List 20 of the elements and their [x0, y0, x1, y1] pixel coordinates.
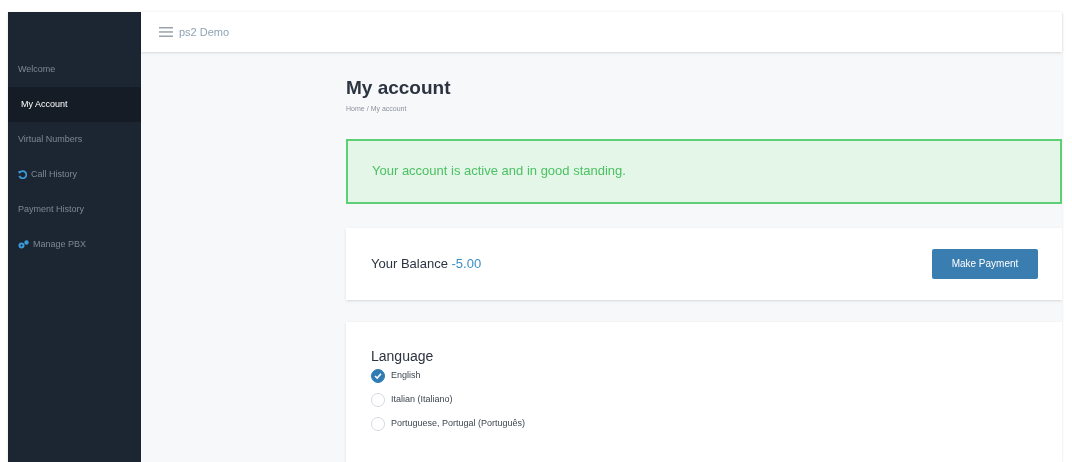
radio-button[interactable] — [371, 369, 385, 383]
radio-label: Portuguese, Portugal (Português) — [391, 417, 526, 431]
sidebar-item[interactable]: Manage PBX — [8, 227, 141, 262]
page-title: My account — [346, 76, 452, 100]
app-title: ps2 Demo — [179, 24, 230, 40]
sidebar-item[interactable]: Call History — [8, 157, 141, 192]
language-heading: Language — [371, 348, 435, 364]
sidebar-item[interactable]: Welcome — [8, 52, 141, 87]
alert-message: Your account is active and in good standing. — [372, 162, 626, 181]
radio-label: English — [391, 369, 421, 383]
sidebar-item[interactable]: Virtual Numbers — [8, 122, 141, 157]
make-payment-button[interactable]: Make Payment — [932, 248, 1038, 279]
gears-icon — [18, 240, 29, 249]
menu-icon[interactable] — [159, 26, 173, 38]
history-icon — [18, 170, 27, 179]
radio-label: Italian (Italiano) — [391, 393, 453, 407]
check-icon — [374, 372, 382, 380]
balance-label: Your Balance -5.00 — [371, 255, 482, 274]
sidebar-item[interactable]: Payment History — [8, 192, 141, 227]
sidebar-item[interactable]: My Account — [8, 87, 141, 122]
